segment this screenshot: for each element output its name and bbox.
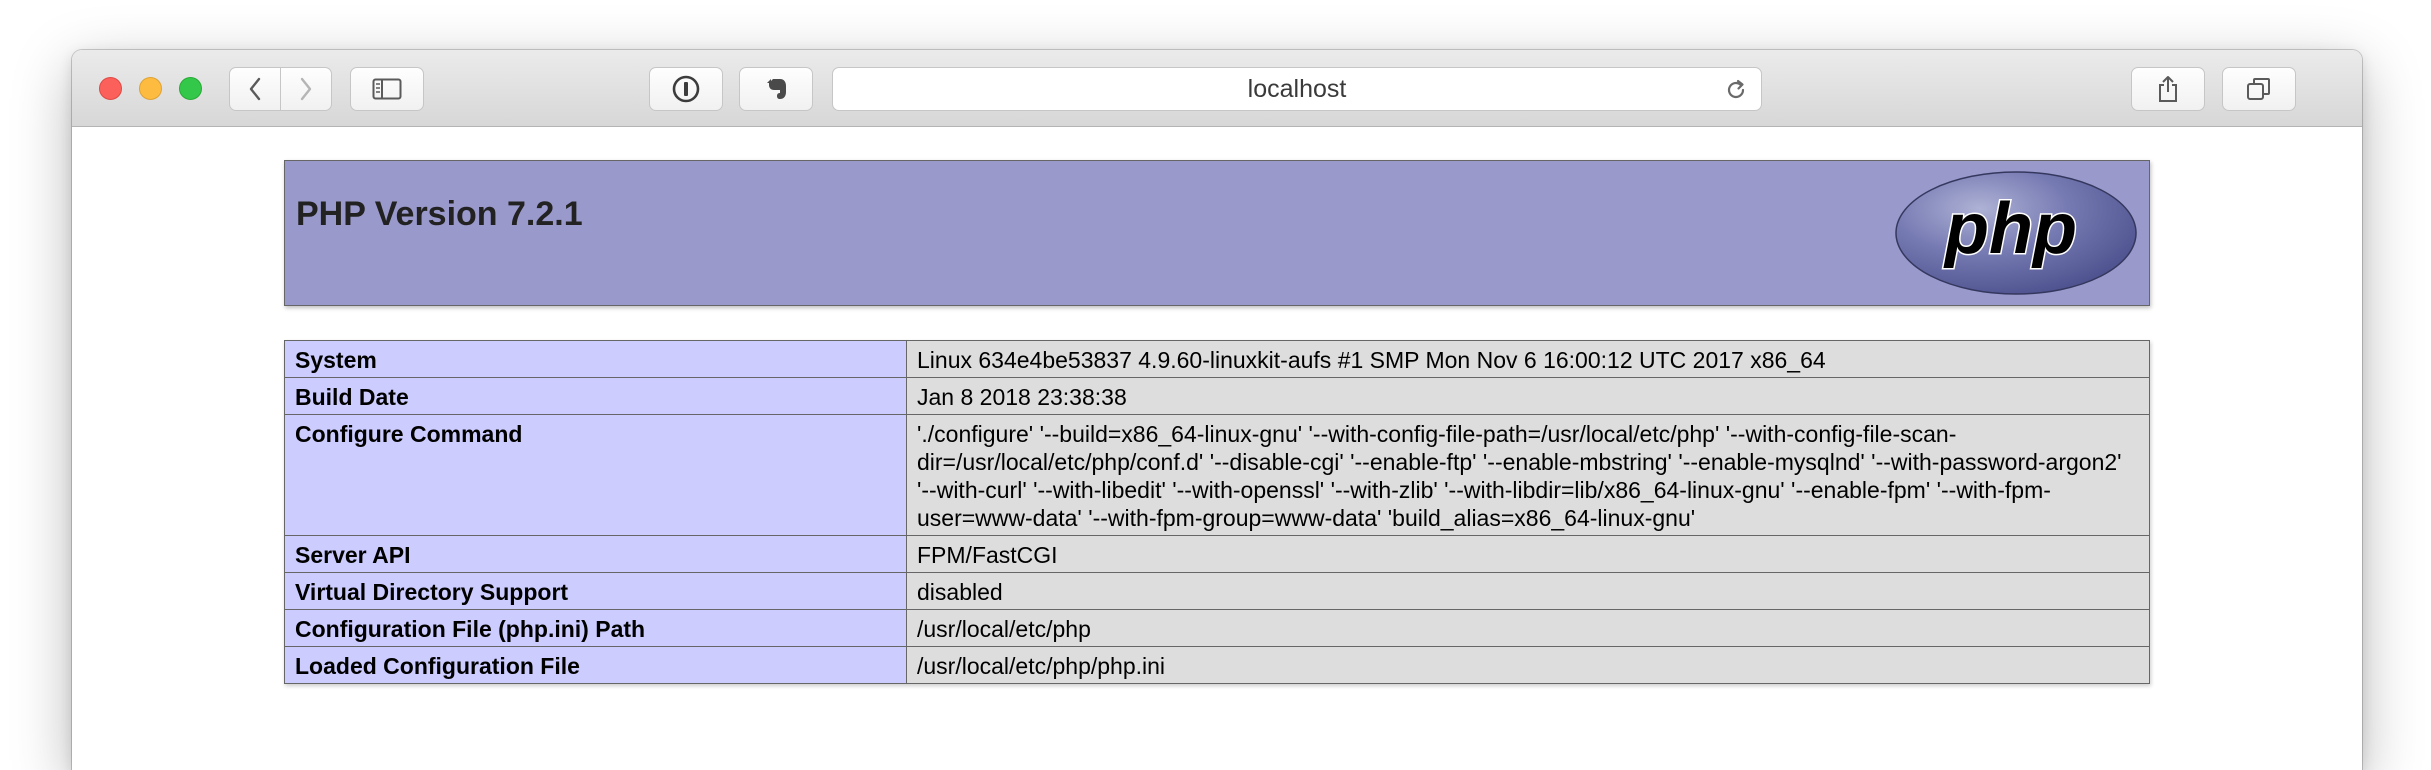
evernote-extension-button[interactable] xyxy=(739,67,813,111)
table-row: Build Date Jan 8 2018 23:38:38 xyxy=(284,377,2150,415)
forward-button[interactable] xyxy=(280,67,332,111)
row-label: Virtual Directory Support xyxy=(284,572,907,610)
php-logo[interactable]: php php xyxy=(1893,169,2139,302)
evernote-icon xyxy=(762,75,790,103)
close-window-button[interactable] xyxy=(99,77,122,100)
row-value: disabled xyxy=(906,572,2150,610)
browser-toolbar: localhost xyxy=(72,50,2362,127)
forward-icon xyxy=(299,77,313,101)
row-value: /usr/local/etc/php xyxy=(906,609,2150,647)
sidebar-icon xyxy=(372,78,402,100)
row-label: Configuration File (php.ini) Path xyxy=(284,609,907,647)
zoom-window-button[interactable] xyxy=(179,77,202,100)
table-row: Virtual Directory Support disabled xyxy=(284,572,2150,610)
share-icon xyxy=(2156,74,2180,104)
password-manager-icon xyxy=(671,74,701,104)
table-row: System Linux 634e4be53837 4.9.60-linuxki… xyxy=(284,340,2150,378)
share-button[interactable] xyxy=(2131,67,2205,111)
table-row: Loaded Configuration File /usr/local/etc… xyxy=(284,646,2150,684)
address-bar[interactable]: localhost xyxy=(832,67,1762,111)
row-value: Linux 634e4be53837 4.9.60-linuxkit-aufs … xyxy=(906,340,2150,378)
sidebar-toggle-button[interactable] xyxy=(350,67,424,111)
row-label: Build Date xyxy=(284,377,907,415)
address-text: localhost xyxy=(1247,74,1347,103)
back-button[interactable] xyxy=(229,67,281,111)
tabs-icon xyxy=(2246,76,2272,102)
table-row: Server API FPM/FastCGI xyxy=(284,535,2150,573)
password-manager-button[interactable] xyxy=(649,67,723,111)
table-row: Configure Command './configure' '--build… xyxy=(284,414,2150,536)
row-label: Server API xyxy=(284,535,907,573)
row-value: './configure' '--build=x86_64-linux-gnu'… xyxy=(906,414,2150,536)
row-value: Jan 8 2018 23:38:38 xyxy=(906,377,2150,415)
php-version-header: PHP Version 7.2.1 php php xyxy=(284,160,2150,306)
table-row: Configuration File (php.ini) Path /usr/l… xyxy=(284,609,2150,647)
show-all-tabs-button[interactable] xyxy=(2222,67,2296,111)
row-label: System xyxy=(284,340,907,378)
row-value: FPM/FastCGI xyxy=(906,535,2150,573)
back-icon xyxy=(248,77,262,101)
row-label: Configure Command xyxy=(284,414,907,536)
php-logo-text: php xyxy=(1943,189,2077,269)
reload-icon[interactable] xyxy=(1723,77,1749,110)
minimize-window-button[interactable] xyxy=(139,77,162,100)
php-info-table: System Linux 634e4be53837 4.9.60-linuxki… xyxy=(284,340,2150,684)
row-value: /usr/local/etc/php/php.ini xyxy=(906,646,2150,684)
page-title: PHP Version 7.2.1 xyxy=(296,195,583,233)
browser-window: localhost PHP Version 7.2.1 php php Syst… xyxy=(72,50,2362,770)
row-label: Loaded Configuration File xyxy=(284,646,907,684)
page-content: PHP Version 7.2.1 php php System Linux 6… xyxy=(72,127,2362,767)
